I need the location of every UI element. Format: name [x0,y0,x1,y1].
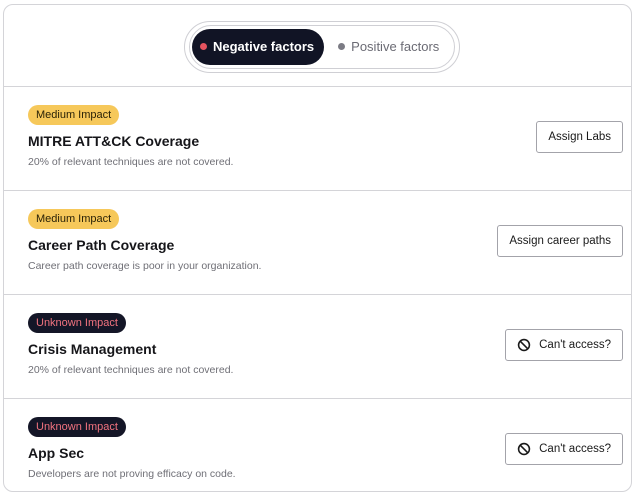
cant-access-label: Can't access? [539,443,611,455]
assign-career-paths-label: Assign career paths [509,235,611,247]
factor-description: Developers are not proving efficacy on c… [28,468,236,480]
positive-factors-tab[interactable]: Positive factors [324,29,449,65]
impact-badge: Medium Impact [28,105,120,125]
factor-description: 20% of relevant techniques are not cover… [28,156,234,168]
positive-factors-label: Positive factors [351,39,440,54]
factors-panel: Negative factors Positive factors Medium… [3,4,632,492]
impact-badge: Unknown Impact [28,417,126,437]
factor-toggle: Negative factors Positive factors [184,20,460,73]
factor-row-career-path: Medium Impact Career Path Coverage Caree… [4,191,631,295]
negative-dot-icon [200,43,207,50]
factor-row-mitre: Medium Impact MITRE ATT&CK Coverage 20% … [4,87,631,191]
positive-dot-icon [338,43,346,50]
factor-description: 20% of relevant techniques are not cover… [28,364,234,376]
cant-access-button[interactable]: Can't access? [505,433,623,465]
assign-labs-button[interactable]: Assign Labs [536,121,623,153]
assign-career-paths-button[interactable]: Assign career paths [497,225,623,257]
assign-labs-label: Assign Labs [548,131,611,143]
cant-access-label: Can't access? [539,339,611,351]
ban-icon [517,442,531,456]
negative-factors-label: Negative factors [213,39,315,54]
factor-toggle-track: Negative factors Positive factors [189,24,455,69]
ban-icon [517,338,531,352]
impact-badge: Unknown Impact [28,313,126,333]
impact-badge: Medium Impact [28,209,120,229]
cant-access-button[interactable]: Can't access? [505,329,623,361]
factor-toggle-bar: Negative factors Positive factors [4,5,631,87]
factor-row-app-sec: Unknown Impact App Sec Developers are no… [4,399,631,491]
factor-description: Career path coverage is poor in your org… [28,260,262,272]
negative-factors-tab[interactable]: Negative factors [192,28,325,65]
factor-row-crisis-management: Unknown Impact Crisis Management 20% of … [4,295,631,399]
